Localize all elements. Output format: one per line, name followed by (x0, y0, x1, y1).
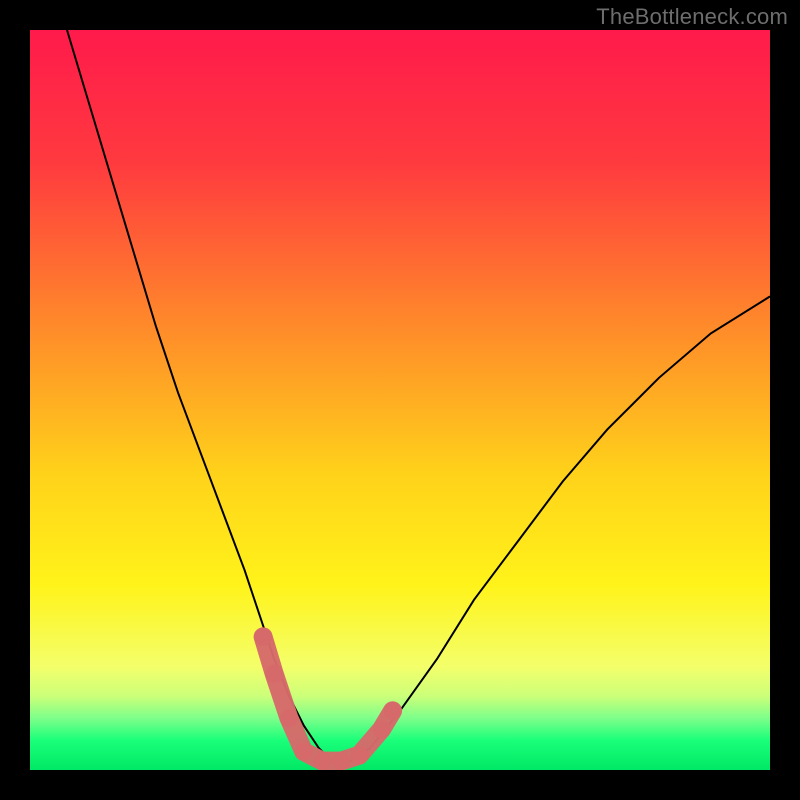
marker-point (254, 628, 272, 646)
marker-point (350, 746, 368, 764)
plot-area (30, 30, 770, 770)
outer-frame: TheBottleneck.com (0, 0, 800, 800)
watermark-text: TheBottleneck.com (596, 4, 788, 30)
chart-svg (30, 30, 770, 770)
marker-point (332, 752, 350, 770)
marker-point (280, 709, 298, 727)
marker-point (295, 743, 313, 761)
marker-point (373, 720, 391, 738)
marker-point (313, 752, 331, 770)
marker-point (265, 665, 283, 683)
gradient-background (30, 30, 770, 770)
marker-point (384, 702, 402, 720)
